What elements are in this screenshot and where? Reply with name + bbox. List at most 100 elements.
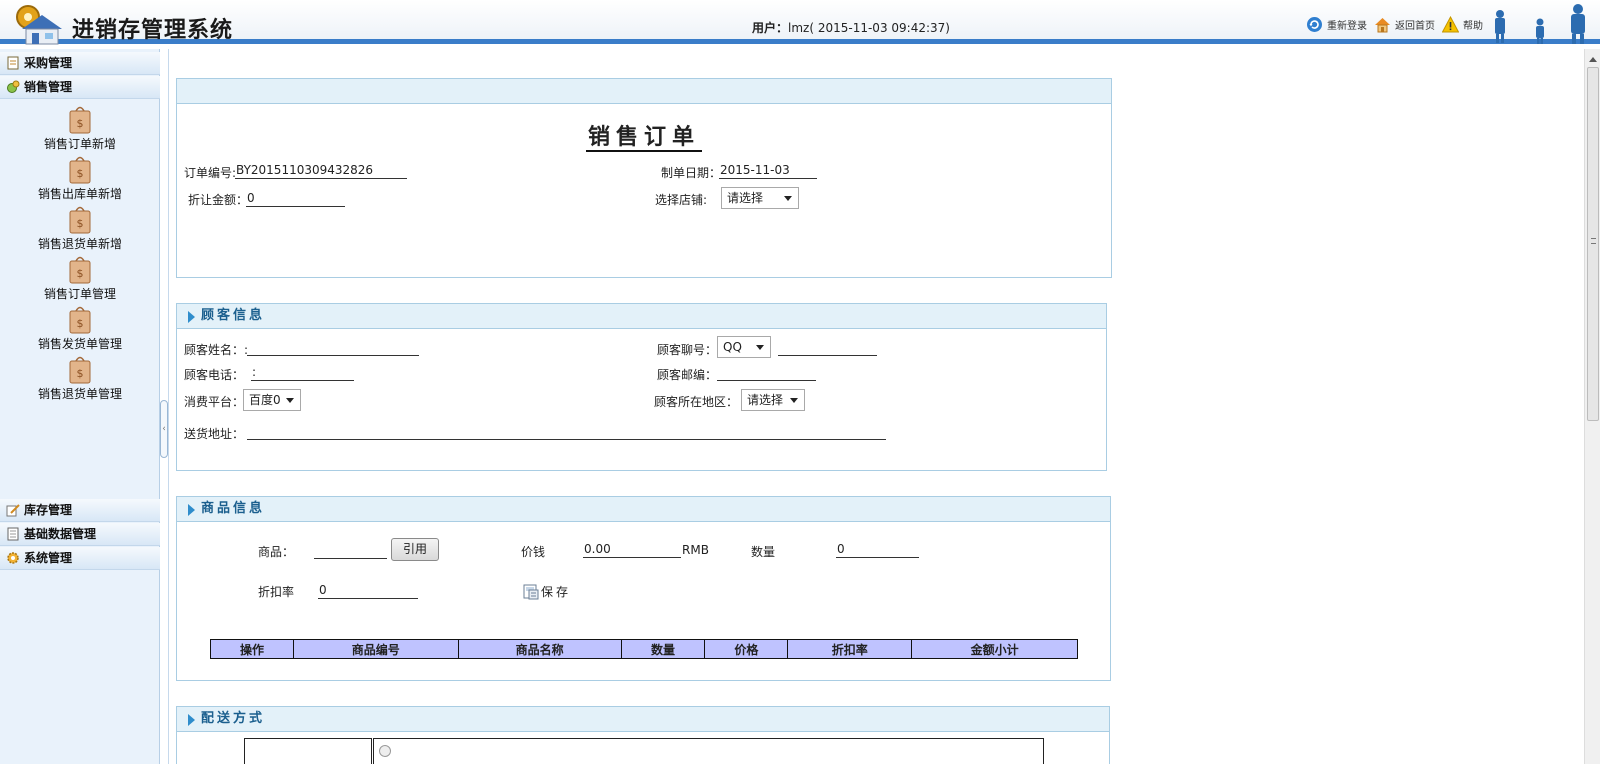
delivery-cell-left bbox=[244, 738, 372, 764]
save-button[interactable]: 保存 bbox=[523, 583, 571, 600]
user-info: 用户：lmz( 2015-11-03 09:42:37) bbox=[752, 19, 950, 36]
sidebar-item-label: 销售订单新增 bbox=[43, 137, 116, 151]
relogin-link[interactable]: 重新登录 bbox=[1306, 16, 1367, 33]
main-content: 销售订单 订单编号: BY2015110309432826 制单日期： 2015… bbox=[168, 49, 1584, 764]
home-icon bbox=[1375, 18, 1390, 33]
money-bag-icon: $ bbox=[69, 156, 91, 184]
customer-name-label: 顾客姓名：: bbox=[184, 343, 249, 357]
gear-leaf-icon bbox=[7, 80, 20, 93]
store-label: 选择店铺: bbox=[655, 193, 708, 207]
store-select-value: 请选择 bbox=[727, 191, 764, 205]
sidebar-item-label: 销售发货单管理 bbox=[37, 337, 122, 351]
price-field[interactable]: 0.00 bbox=[583, 542, 681, 558]
chat-type-select[interactable]: QQ bbox=[717, 336, 771, 358]
menu-system-label: 系统管理 bbox=[24, 551, 73, 565]
customer-name-field[interactable] bbox=[247, 340, 419, 356]
sidebar-item-label: 销售订单管理 bbox=[43, 287, 116, 301]
order-no-field[interactable]: BY2015110309432826 bbox=[235, 163, 407, 179]
delivery-section-title: 配送方式 bbox=[201, 711, 266, 726]
region-select-value: 请选择 bbox=[747, 393, 784, 407]
sidebar-item-sales-order-add[interactable]: $ 销售订单新增 bbox=[0, 103, 160, 152]
scroll-up-icon[interactable] bbox=[1589, 57, 1597, 62]
home-label: 返回首页 bbox=[1395, 21, 1435, 32]
discount-amount-field[interactable]: 0 bbox=[246, 191, 345, 207]
house-gear-logo-icon bbox=[16, 5, 62, 45]
relogin-label: 重新登录 bbox=[1327, 21, 1367, 32]
customer-phone-field[interactable]: : bbox=[251, 365, 354, 381]
menu-inventory-label: 库存管理 bbox=[24, 503, 73, 517]
home-link[interactable]: 返回首页 bbox=[1374, 16, 1435, 33]
menu-purchase[interactable]: 采购管理 bbox=[0, 52, 160, 75]
notepad-icon bbox=[7, 56, 19, 70]
page-title: 销售订单 bbox=[585, 125, 702, 152]
menu-inventory[interactable]: 库存管理 bbox=[0, 499, 160, 522]
grip-icon bbox=[1591, 238, 1596, 244]
save-disk-icon bbox=[523, 584, 539, 599]
warning-icon bbox=[1442, 16, 1459, 33]
help-label: 帮助 bbox=[1463, 21, 1483, 32]
menu-purchase-label: 采购管理 bbox=[24, 56, 73, 70]
store-select[interactable]: 请选择 bbox=[721, 187, 799, 209]
sidebar-item-label: 销售退货单管理 bbox=[37, 387, 122, 401]
delivery-panel-header: 配送方式 bbox=[177, 707, 1109, 732]
business-people-icon bbox=[1495, 4, 1585, 44]
sidebar-item-sales-order-manage[interactable]: $ 销售订单管理 bbox=[0, 253, 160, 302]
col-header-quantity: 数量 bbox=[620, 639, 706, 659]
menu-basic-data[interactable]: 基础数据管理 bbox=[0, 523, 160, 546]
chevron-down-icon bbox=[790, 398, 798, 403]
date-label: 制单日期： bbox=[661, 166, 722, 180]
sidebar-item-label: 销售退货单新增 bbox=[37, 237, 122, 251]
col-header-discount-rate: 折扣率 bbox=[787, 639, 913, 659]
sidebar-collapse-toggle[interactable]: ‹ bbox=[160, 400, 168, 458]
col-header-action: 操作 bbox=[210, 639, 294, 659]
user-label: 用户： bbox=[752, 21, 789, 35]
currency-label: RMB bbox=[682, 543, 709, 557]
triangle-right-icon bbox=[188, 504, 195, 516]
product-field[interactable] bbox=[314, 543, 387, 559]
discount-amount-label: 折让金额： bbox=[188, 193, 249, 207]
sidebar-item-sales-return-add[interactable]: $ 销售退货单新增 bbox=[0, 203, 160, 252]
goods-panel: 商品信息 商品： 引用 价钱 0.00 RMB 数量 0 折扣率 0 保存 操作… bbox=[176, 496, 1111, 681]
col-header-product-name: 商品名称 bbox=[457, 639, 622, 659]
svg-text:$: $ bbox=[77, 167, 84, 180]
document-icon bbox=[7, 527, 19, 541]
money-bag-icon: $ bbox=[69, 306, 91, 334]
quantity-field[interactable]: 0 bbox=[836, 542, 919, 558]
cite-button[interactable]: 引用 bbox=[391, 538, 439, 561]
scrollbar-thumb[interactable] bbox=[1587, 67, 1599, 421]
col-header-product-code: 商品编号 bbox=[292, 639, 459, 659]
gear-icon bbox=[7, 552, 19, 564]
svg-text:$: $ bbox=[77, 317, 84, 330]
svg-text:$: $ bbox=[77, 267, 84, 280]
platform-label: 消费平台： bbox=[184, 395, 245, 409]
vertical-scrollbar[interactable] bbox=[1584, 49, 1600, 764]
address-field[interactable] bbox=[247, 424, 886, 440]
menu-system[interactable]: 系统管理 bbox=[0, 547, 160, 570]
discount-rate-field[interactable]: 0 bbox=[318, 583, 418, 599]
platform-select[interactable]: 百度0 bbox=[243, 389, 301, 411]
delivery-radio[interactable] bbox=[379, 745, 391, 757]
triangle-right-icon bbox=[188, 714, 195, 726]
date-field[interactable]: 2015-11-03 bbox=[719, 163, 817, 179]
col-header-subtotal: 金额小计 bbox=[911, 639, 1078, 659]
money-bag-icon: $ bbox=[69, 106, 91, 134]
price-label: 价钱 bbox=[521, 545, 546, 559]
help-link[interactable]: 帮助 bbox=[1442, 16, 1483, 33]
customer-phone-label: 顾客电话： bbox=[184, 368, 245, 382]
chat-id-label: 顾客聊号： bbox=[657, 343, 718, 357]
product-label: 商品： bbox=[258, 545, 295, 559]
customer-panel-header: 顾客信息 bbox=[177, 304, 1106, 329]
svg-text:$: $ bbox=[77, 217, 84, 230]
refresh-icon bbox=[1307, 17, 1322, 32]
save-label: 保存 bbox=[541, 585, 572, 599]
sidebar-item-sales-return-manage[interactable]: $ 销售退货单管理 bbox=[0, 353, 160, 402]
menu-sales[interactable]: 销售管理 bbox=[0, 76, 160, 99]
sidebar-item-sales-outbound-add[interactable]: $ 销售出库单新增 bbox=[0, 153, 160, 202]
col-header-price: 价格 bbox=[704, 639, 789, 659]
order-panel-header bbox=[177, 79, 1111, 104]
region-select[interactable]: 请选择 bbox=[741, 389, 805, 411]
customer-zip-field[interactable] bbox=[717, 365, 816, 381]
money-bag-icon: $ bbox=[69, 206, 91, 234]
chat-id-field[interactable] bbox=[778, 340, 877, 356]
sidebar-item-sales-shipment-manage[interactable]: $ 销售发货单管理 bbox=[0, 303, 160, 352]
